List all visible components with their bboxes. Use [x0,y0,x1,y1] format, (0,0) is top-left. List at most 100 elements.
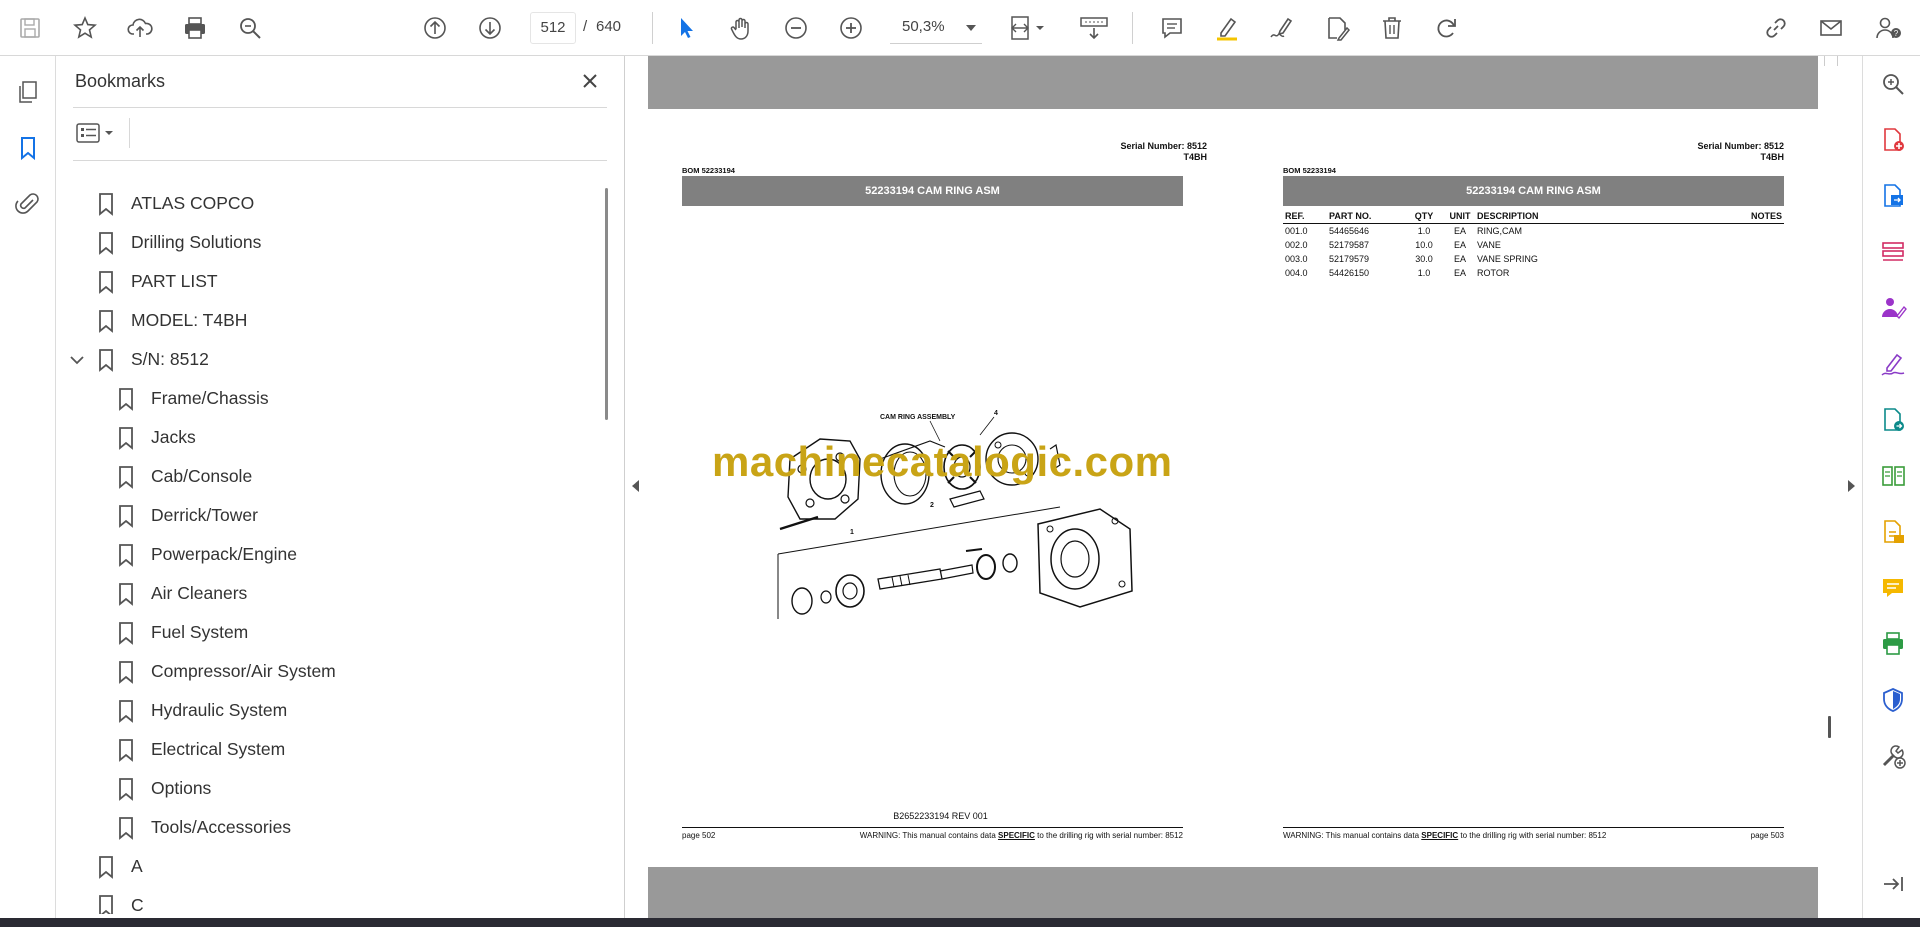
bookmark-label: Jacks [151,427,196,447]
share-link-icon[interactable] [1758,10,1794,46]
serial-number: Serial Number: 8512 [1697,141,1784,151]
bookmarks-scrollbar-thumb[interactable] [605,188,608,420]
bookmark-item[interactable]: S/N: 8512 [97,340,209,379]
document-scrollbar-track[interactable] [1824,56,1838,66]
panel-divider [129,118,130,148]
footer-warning: WARNING: This manual contains data SPECI… [1283,831,1606,840]
bookmark-item[interactable]: Electrical System [117,730,285,769]
footer-rule [1283,827,1784,828]
redo-rotate-icon[interactable] [1429,10,1465,46]
bookmark-icon [99,270,113,294]
cell-description: VANE [1477,240,1501,250]
serial-number: Serial Number: 8512 [1120,141,1207,151]
bookmark-item[interactable]: Cab/Console [117,457,252,496]
bookmark-icon [119,582,133,606]
bookmark-label: S/N: 8512 [131,349,209,369]
bookmark-label: C [131,895,144,914]
zoom-search-icon[interactable] [1877,68,1909,100]
bookmark-item[interactable]: PART LIST [97,262,218,301]
bookmark-icon [119,387,133,411]
column-header: NOTES [1676,209,1784,224]
section-title-bar: 52233194 CAM RING ASM [682,176,1183,206]
draw-freehand-icon[interactable] [1264,10,1300,46]
select-cursor-icon[interactable] [668,10,704,46]
print-production-icon[interactable] [1877,628,1909,660]
close-icon[interactable] [577,68,603,94]
cell-qty: 1.0 [1417,226,1431,236]
export-pdf-icon[interactable] [1877,180,1909,212]
attachments-paperclip-icon[interactable] [10,186,46,222]
bookmark-item[interactable]: A [97,847,143,886]
drawing-label: CAM RING ASSEMBLY [880,414,956,421]
bookmark-item[interactable]: Options [117,769,211,808]
bookmark-icon [119,621,133,645]
bookmark-label: Air Cleaners [151,583,248,603]
bookmark-item[interactable]: Jacks [117,418,196,457]
scroll-mode-icon[interactable] [1074,10,1114,46]
page-thumbnails-icon[interactable] [10,74,46,110]
star-bookmark-icon[interactable] [67,10,103,46]
edit-text-icon[interactable] [1319,10,1355,46]
panel-divider [73,160,607,161]
collapse-left-panel-icon[interactable] [632,480,639,492]
comment-tool-icon[interactable] [1877,572,1909,604]
edit-pdf-icon[interactable] [1877,516,1909,548]
delete-trash-icon[interactable] [1374,10,1410,46]
bookmark-item[interactable]: Drilling Solutions [97,223,261,262]
cloud-upload-icon[interactable] [122,10,158,46]
save-icon[interactable] [12,10,48,46]
hand-pan-icon[interactable] [723,10,759,46]
bookmark-icon [119,777,133,801]
document-scrollbar-thumb[interactable] [1828,716,1831,738]
bookmark-item[interactable]: Tools/Accessories [117,808,291,847]
email-icon[interactable] [1813,10,1849,46]
warning-text: to the drilling rig with serial number: … [1034,831,1183,840]
chevron-down-icon[interactable] [69,352,85,368]
bookmark-item[interactable]: C [97,886,144,914]
send-for-review-icon[interactable] [1877,404,1909,436]
watermark-text: machinecatalogic.com [712,438,1173,485]
organize-pages-icon[interactable] [1877,236,1909,268]
collapse-right-panel-icon[interactable] [1848,480,1855,492]
create-pdf-icon[interactable] [1877,124,1909,156]
highlight-pen-icon[interactable] [1209,10,1245,46]
print-icon[interactable] [177,10,213,46]
next-page-icon[interactable] [472,10,508,46]
cell-description: RING,CAM [1477,226,1522,236]
collapse-tools-icon[interactable] [1877,868,1909,900]
request-signatures-icon[interactable] [1877,292,1909,324]
bookmark-item[interactable]: ATLAS COPCO [97,184,254,223]
find-zoom-icon[interactable] [232,10,268,46]
more-tools-icon[interactable] [1877,740,1909,772]
page-fit-icon[interactable] [1004,10,1052,46]
bookmark-icon [119,699,133,723]
bookmark-item[interactable]: Fuel System [117,613,248,652]
bookmark-item[interactable]: Compressor/Air System [117,652,336,691]
bookmark-item[interactable]: Derrick/Tower [117,496,258,535]
footer-rule [682,827,1183,828]
bookmark-item[interactable]: Powerpack/Engine [117,535,297,574]
page-number-input[interactable]: 512 [530,12,576,44]
compare-files-icon[interactable] [1877,460,1909,492]
bookmark-icon [119,426,133,450]
drawing-reference: B2652233194 REV 001 [893,811,988,821]
bookmark-item[interactable]: Air Cleaners [117,574,247,613]
protect-shield-icon[interactable] [1877,684,1909,716]
bookmark-options-button[interactable] [75,118,121,148]
fill-and-sign-icon[interactable] [1877,348,1909,380]
bookmark-label: Compressor/Air System [151,661,336,681]
bookmark-icon [99,894,113,914]
zoom-level-dropdown[interactable]: 50,3% [890,12,982,44]
bookmark-item[interactable]: Frame/Chassis [117,379,269,418]
bookmark-item[interactable]: MODEL: T4BH [97,301,247,340]
comment-icon[interactable] [1154,10,1190,46]
zoom-in-icon[interactable] [833,10,869,46]
left-navigation-rail [0,56,56,918]
previous-page-icon[interactable] [417,10,453,46]
page-footer-number: page 503 [1750,831,1784,840]
bookmark-item[interactable]: Hydraulic System [117,691,287,730]
bookmarks-panel-icon[interactable] [10,130,46,166]
account-help-icon[interactable]: ? [1870,10,1906,46]
pdf-viewer-app: 512 / 640 50,3% ? Bookmarks ATLAS COPCO … [0,0,1920,927]
zoom-out-icon[interactable] [778,10,814,46]
